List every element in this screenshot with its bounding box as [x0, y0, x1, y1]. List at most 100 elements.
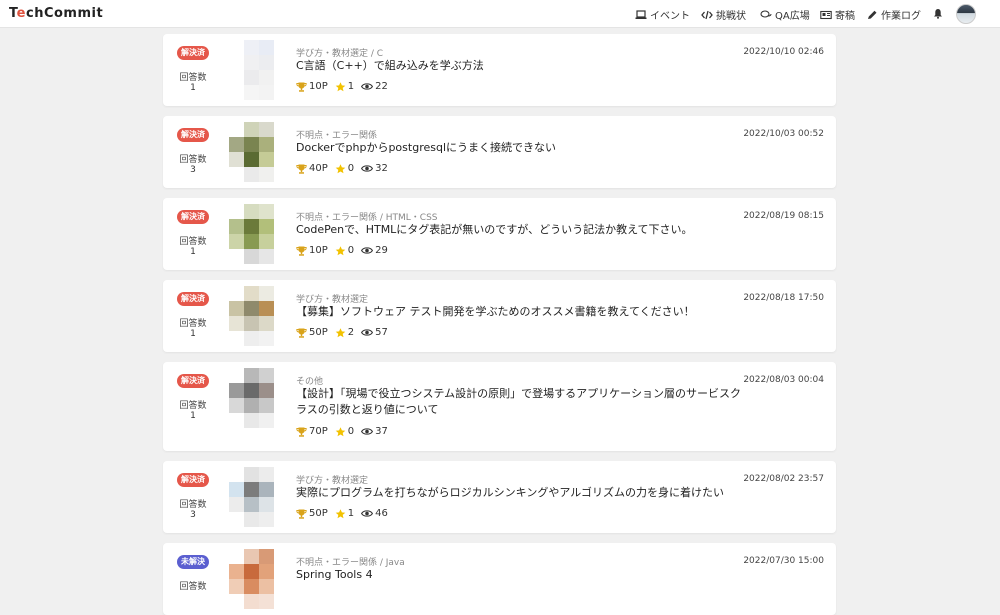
nav-contributions[interactable]: 寄稿: [820, 7, 855, 22]
thumb-pixel: [244, 286, 259, 301]
thumb-pixel: [274, 467, 289, 482]
answer-count-label: 回答数: [179, 73, 207, 83]
points-value: 40P: [309, 163, 328, 174]
thumb-pixel: [229, 249, 244, 264]
thumb-pixel: [229, 467, 244, 482]
thumb-pixel: [274, 549, 289, 564]
thumb-pixel: [259, 331, 274, 346]
author-thumbnail[interactable]: [229, 549, 289, 609]
question-card[interactable]: 解決済 回答数 1 その他 【設計】「現場で役立つシステム設計の原則」で登場する…: [163, 362, 836, 451]
author-thumbnail[interactable]: [229, 40, 289, 100]
thumb-pixel: [259, 512, 274, 527]
thumb-pixel: [229, 594, 244, 609]
star-icon: [335, 508, 346, 518]
thumb-pixel: [274, 383, 289, 398]
thumb-pixel: [229, 286, 244, 301]
question-date: 2022/10/03 00:52: [743, 129, 824, 139]
thumb-pixel: [274, 40, 289, 55]
question-card[interactable]: 解決済 回答数 1 学び方・教材選定 / C C言語（C++）で組み込みを学ぶ方…: [163, 34, 836, 106]
points-stat: 40P: [296, 163, 328, 174]
author-thumbnail[interactable]: [229, 467, 289, 527]
thumb-pixel: [259, 413, 274, 428]
thumb-pixel: [274, 137, 289, 152]
question-card[interactable]: 解決済 回答数 3 不明点・エラー関係 Dockerでphpからpostgres…: [163, 116, 836, 188]
thumb-pixel: [274, 482, 289, 497]
thumb-pixel: [229, 167, 244, 182]
thumb-pixel: [259, 137, 274, 152]
stars-value: 2: [347, 327, 355, 338]
stars-value: 0: [347, 426, 355, 437]
question-title[interactable]: CodePenで、HTMLにタグ表記が無いのですが、どういう記法か教えて下さい。: [296, 222, 746, 238]
question-title[interactable]: C言語（C++）で組み込みを学ぶ方法: [296, 58, 746, 74]
question-card[interactable]: 解決済 回答数 3 学び方・教材選定 実際にプログラムを打ちながらロジカルシンキ…: [163, 461, 836, 533]
answer-count-label: 回答数: [179, 155, 207, 165]
thumb-pixel: [229, 413, 244, 428]
thumb-pixel: [229, 579, 244, 594]
views-stat: 22: [361, 81, 388, 92]
nav-worklog[interactable]: 作業ログ: [867, 7, 921, 22]
views-value: 32: [375, 163, 388, 174]
user-avatar[interactable]: [956, 4, 976, 24]
thumb-pixel: [274, 249, 289, 264]
nav-events[interactable]: イベント: [635, 7, 690, 22]
status-badge: 解決済: [177, 292, 209, 306]
thumb-pixel: [244, 219, 259, 234]
answer-count: 3: [190, 510, 196, 520]
thumb-pixel: [259, 383, 274, 398]
eye-icon: [361, 165, 374, 172]
thumb-pixel: [229, 316, 244, 331]
notifications-button[interactable]: [933, 8, 946, 19]
status-badge: 解決済: [177, 46, 209, 60]
thumb-pixel: [244, 549, 259, 564]
question-title[interactable]: 【募集】ソフトウェア テスト開発を学ぶためのオススメ書籍を教えてください！: [296, 304, 746, 320]
eye-icon: [361, 428, 374, 435]
nav-qa-label: QA広場: [775, 11, 810, 22]
question-card[interactable]: 解決済 回答数 1 学び方・教材選定 【募集】ソフトウェア テスト開発を学ぶため…: [163, 280, 836, 352]
stars-value: 0: [347, 163, 355, 174]
author-thumbnail[interactable]: [229, 286, 289, 346]
thumb-pixel: [274, 331, 289, 346]
thumb-pixel: [259, 152, 274, 167]
thumb-pixel: [259, 286, 274, 301]
question-stats: 50P 2 57: [296, 327, 395, 338]
question-date: 2022/08/02 23:57: [743, 474, 824, 484]
author-thumbnail[interactable]: [229, 204, 289, 264]
thumb-pixel: [259, 301, 274, 316]
views-value: 46: [375, 508, 388, 519]
thumb-pixel: [259, 398, 274, 413]
thumb-pixel: [229, 398, 244, 413]
thumb-pixel: [244, 467, 259, 482]
nav-qa[interactable]: QA広場: [760, 7, 810, 22]
thumb-pixel: [244, 482, 259, 497]
techcommit-logo[interactable]: TechCommit: [9, 6, 103, 21]
top-navbar: TechCommit イベント 挑戦状 QA広場 寄稿 作業ログ: [0, 0, 1000, 28]
views-value: 57: [375, 327, 388, 338]
newspaper-icon: [820, 10, 832, 19]
thumb-pixel: [274, 316, 289, 331]
thumb-pixel: [259, 204, 274, 219]
author-thumbnail[interactable]: [229, 368, 289, 428]
trophy-icon: [296, 82, 307, 92]
author-thumbnail[interactable]: [229, 122, 289, 182]
question-date: 2022/08/18 17:50: [743, 293, 824, 303]
thumb-pixel: [259, 316, 274, 331]
stars-stat: 1: [335, 508, 354, 519]
thumb-pixel: [244, 55, 259, 70]
question-title[interactable]: Dockerでphpからpostgresqlにうまく接続できない: [296, 140, 746, 156]
status-badge: 未解決: [177, 555, 209, 569]
thumb-pixel: [244, 249, 259, 264]
nav-challenges[interactable]: 挑戦状: [701, 7, 746, 22]
question-title[interactable]: Spring Tools 4: [296, 567, 746, 583]
views-stat: 57: [361, 327, 388, 338]
status-badge: 解決済: [177, 128, 209, 142]
question-title[interactable]: 実際にプログラムを打ちながらロジカルシンキングやアルゴリズムの力を身に着けたい: [296, 485, 746, 501]
question-card[interactable]: 未解決 回答数 不明点・エラー関係 / Java Spring Tools 4 …: [163, 543, 836, 615]
question-card[interactable]: 解決済 回答数 1 不明点・エラー関係 / HTML・CSS CodePenで、…: [163, 198, 836, 270]
points-stat: 70P: [296, 426, 328, 437]
views-value: 29: [375, 245, 388, 256]
eye-icon: [361, 247, 374, 254]
question-title[interactable]: 【設計】「現場で役立つシステム設計の原則」で登場するアプリケーション層のサービス…: [296, 386, 746, 418]
thumb-pixel: [274, 512, 289, 527]
thumb-pixel: [274, 368, 289, 383]
eye-icon: [361, 83, 374, 90]
